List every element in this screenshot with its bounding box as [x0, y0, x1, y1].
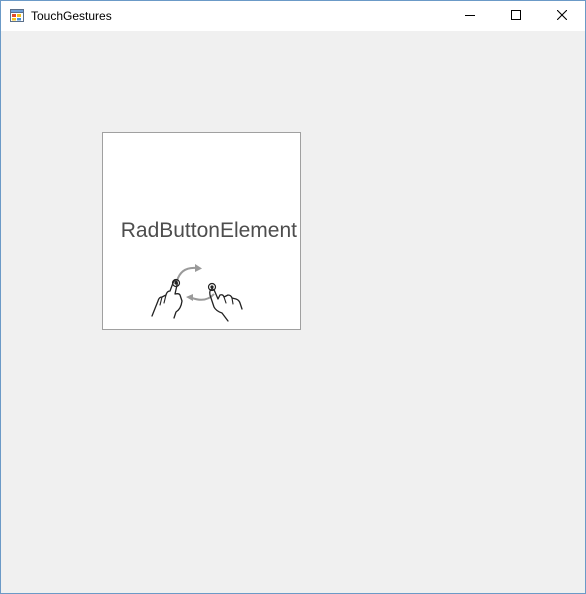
rad-button-element[interactable]: RadButtonElement — [102, 132, 301, 330]
minimize-button[interactable] — [447, 1, 493, 31]
window-title: TouchGestures — [31, 9, 112, 23]
maximize-icon — [511, 7, 521, 25]
app-window: TouchGestures RadButtonElement — [0, 0, 586, 594]
close-button[interactable] — [539, 1, 585, 31]
rotate-gesture-icon — [148, 261, 244, 323]
form-app-icon[interactable] — [10, 9, 24, 22]
form-client-area: RadButtonElement — [1, 31, 585, 593]
rad-button-label: RadButtonElement — [120, 219, 297, 242]
minimize-icon — [465, 7, 475, 25]
close-icon — [556, 7, 568, 25]
title-bar[interactable]: TouchGestures — [1, 1, 585, 31]
maximize-button[interactable] — [493, 1, 539, 31]
